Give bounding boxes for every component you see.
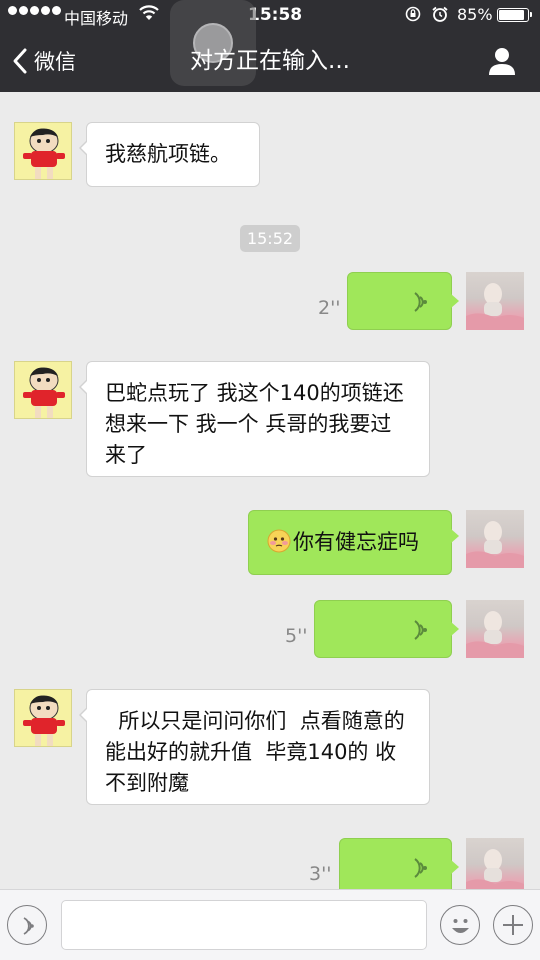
chat-title: 对方正在输入... bbox=[190, 48, 350, 74]
message-text: 我慈航项链。 bbox=[105, 142, 231, 166]
my-avatar[interactable] bbox=[466, 510, 524, 568]
message-input[interactable] bbox=[61, 900, 427, 950]
contact-profile-icon[interactable] bbox=[486, 46, 518, 76]
contact-avatar[interactable] bbox=[14, 361, 72, 419]
my-avatar[interactable] bbox=[466, 600, 524, 658]
voice-duration: 3'' bbox=[309, 863, 332, 885]
voice-duration: 5'' bbox=[285, 625, 308, 647]
input-bar bbox=[0, 889, 540, 960]
chat-area[interactable]: 我慈航项链。 15:52 2'' 巴蛇点玩了 我这个140的项链还想来一下 我一… bbox=[0, 92, 540, 889]
battery-icon bbox=[497, 8, 532, 22]
status-time: 15:58 bbox=[248, 5, 303, 25]
more-actions-button[interactable] bbox=[493, 905, 533, 945]
contact-avatar[interactable] bbox=[14, 689, 72, 747]
contact-avatar[interactable] bbox=[14, 122, 72, 180]
battery-percent: 85% bbox=[457, 5, 493, 24]
message-text: 你有健忘症吗 bbox=[293, 530, 419, 554]
carrier-label: 中国移动 bbox=[64, 9, 129, 28]
message-text: 所以只是问问你们 点看随意的 能出好的就升值 毕竟140的 收不到附魔 bbox=[105, 709, 419, 795]
plus-icon bbox=[503, 915, 523, 935]
blush-face-emoji bbox=[267, 529, 291, 553]
voice-wave-icon bbox=[414, 292, 427, 312]
voice-wave-icon bbox=[414, 620, 427, 640]
message-text: 巴蛇点玩了 我这个140的项链还想来一下 我一个 兵哥的我要过来了 bbox=[105, 381, 404, 467]
message-bubble-incoming[interactable]: 我慈航项链。 bbox=[79, 122, 260, 187]
wifi-icon bbox=[139, 5, 159, 20]
battery-fill bbox=[499, 10, 524, 20]
voice-mode-icon bbox=[23, 917, 34, 935]
back-button[interactable]: 微信 bbox=[10, 44, 76, 78]
alarm-icon bbox=[432, 6, 448, 22]
back-label: 微信 bbox=[34, 50, 76, 74]
message-bubble-incoming[interactable]: 巴蛇点玩了 我这个140的项链还想来一下 我一个 兵哥的我要过来了 bbox=[79, 361, 430, 477]
my-avatar[interactable] bbox=[466, 272, 524, 330]
chevron-left-icon bbox=[13, 48, 27, 74]
message-bubble-incoming[interactable]: 所以只是问问你们 点看随意的 能出好的就升值 毕竟140的 收不到附魔 bbox=[79, 689, 430, 805]
voice-message-button[interactable] bbox=[347, 272, 459, 330]
voice-wave-icon bbox=[414, 858, 427, 878]
voice-message-button[interactable] bbox=[339, 838, 459, 889]
emoji-button[interactable] bbox=[440, 905, 480, 945]
message-bubble-outgoing[interactable]: 你有健忘症吗 bbox=[248, 510, 459, 575]
timestamp-label: 15:52 bbox=[240, 225, 300, 252]
my-avatar[interactable] bbox=[466, 838, 524, 889]
voice-message-button[interactable] bbox=[314, 600, 459, 658]
top-bar: 中国移动 15:58 85% 微信 对方正在输入... bbox=[0, 0, 540, 92]
rotation-lock-icon bbox=[405, 6, 421, 22]
emoji-icon bbox=[452, 919, 469, 933]
signal-icon bbox=[8, 6, 61, 15]
status-bar: 中国移动 15:58 85% bbox=[0, 0, 540, 30]
voice-duration: 2'' bbox=[318, 297, 341, 319]
voice-mode-button[interactable] bbox=[7, 905, 47, 945]
